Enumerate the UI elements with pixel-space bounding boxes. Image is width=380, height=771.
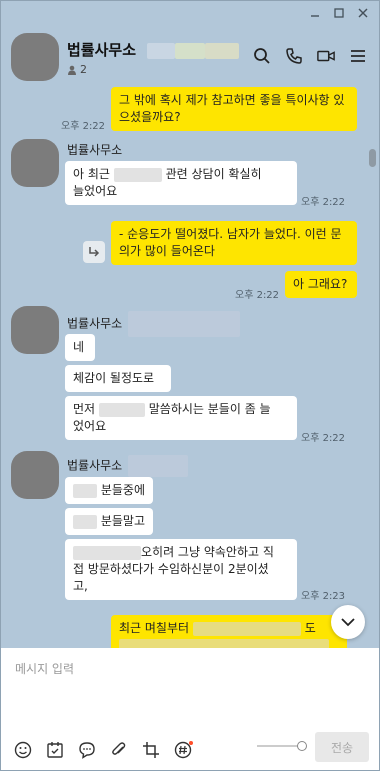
- header-actions: [253, 47, 367, 65]
- window-controls: [309, 7, 369, 19]
- message-text: 고,: [73, 579, 88, 593]
- chat-bubble-icon[interactable]: [77, 740, 97, 760]
- redacted-block: [113, 167, 162, 182]
- message-time: 오후 2:22: [301, 197, 346, 208]
- message-text: 네: [73, 340, 85, 354]
- member-count-value: 2: [80, 63, 87, 76]
- chat-scrollbar[interactable]: [369, 149, 376, 167]
- sender-name: 법률사무소: [67, 143, 123, 157]
- message-text: 분들중에: [100, 483, 145, 497]
- redacted-block: [192, 621, 301, 636]
- their-message-bubble[interactable]: 분들중에: [65, 477, 153, 504]
- their-message-bubble[interactable]: 네: [65, 334, 95, 361]
- message-text: 오히려 그냥 약속안하고 직: [141, 545, 274, 559]
- message-text: 최근 며칠부터: [119, 621, 190, 635]
- redacted-block: [128, 311, 241, 337]
- slider-knob[interactable]: [297, 741, 307, 751]
- my-message-bubble[interactable]: 그 밖에 혹시 제가 참고하면 좋을 특이사항 있으셨을까요?: [111, 87, 357, 131]
- chevron-down-icon: [341, 618, 355, 627]
- font-size-slider[interactable]: [257, 741, 307, 751]
- message-input[interactable]: 메시지 입력: [15, 660, 74, 677]
- emoji-icon[interactable]: [13, 740, 33, 760]
- their-message-bubble[interactable]: 아 최근 관련 상담이 확실히 늘었어요: [65, 161, 297, 205]
- reply-icon[interactable]: [83, 241, 105, 263]
- phone-icon[interactable]: [285, 47, 303, 65]
- redacted-block: [73, 514, 97, 529]
- chat-header: 법률사무소 2: [1, 29, 379, 89]
- search-icon[interactable]: [253, 47, 271, 65]
- message-text: 체감이 될정도로: [73, 371, 155, 385]
- send-button[interactable]: 전송: [315, 732, 369, 762]
- chat-window: 법률사무소 2 그 밖에 혹시 제가 참고하면 좋을 특이사항 있으셨을까요? …: [0, 0, 380, 771]
- sender-name: 법률사무소: [67, 311, 241, 337]
- redacted-block: [147, 42, 176, 59]
- room-title-text: 법률사무소: [67, 41, 137, 59]
- message-text: 분들말고: [100, 514, 145, 528]
- message-text: 먼저: [73, 402, 96, 416]
- room-avatar[interactable]: [11, 33, 59, 81]
- message-input-area: 메시지 입력 전송: [1, 648, 379, 770]
- sender-avatar[interactable]: [11, 306, 59, 354]
- sender-name: 법률사무소: [67, 455, 189, 477]
- sender-avatar[interactable]: [11, 139, 59, 187]
- message-text: 도: [304, 621, 316, 635]
- message-time: 오후 2:23: [301, 591, 346, 602]
- message-text: 그 밖에 혹시 제가 참고하면 좋을 특이사항 있으셨을까요?: [119, 93, 345, 124]
- message-text: - 순응도가 떨어졌다. 남자가 늘었다. 이런 문의가 많이 들어온다: [119, 227, 342, 258]
- minimize-icon[interactable]: [309, 7, 321, 19]
- close-icon[interactable]: [357, 7, 369, 19]
- message-text: 아 그래요?: [293, 277, 348, 291]
- my-message-bubble[interactable]: 아 그래요?: [285, 271, 357, 298]
- message-text: 관련 상담이 확실히: [165, 167, 262, 181]
- calendar-icon[interactable]: [45, 740, 65, 760]
- redacted-block: [175, 42, 206, 59]
- sender-name-text: 법률사무소: [67, 316, 123, 331]
- message-text: 었어요: [73, 419, 107, 433]
- notification-dot: [189, 741, 193, 745]
- their-message-bubble[interactable]: 먼저 말씀하시는 분들이 좀 늘 었어요: [65, 396, 297, 440]
- crop-icon[interactable]: [141, 740, 161, 760]
- input-toolbar: [13, 740, 193, 760]
- member-count[interactable]: 2: [67, 63, 87, 76]
- hashtag-icon[interactable]: [173, 740, 193, 760]
- message-time: 오후 2:22: [301, 433, 346, 444]
- redacted-block: [128, 455, 189, 477]
- video-icon[interactable]: [317, 47, 335, 65]
- my-message-bubble[interactable]: - 순응도가 떨어졌다. 남자가 늘었다. 이런 문의가 많이 들어온다: [111, 221, 357, 265]
- message-time: 오후 2:22: [61, 121, 106, 132]
- their-message-bubble[interactable]: 체감이 될정도로: [65, 365, 171, 392]
- message-text: 접 방문하셨다가 수임하신분이 2분이셨: [73, 562, 269, 576]
- their-message-bubble[interactable]: 오히려 그냥 약속안하고 직 접 방문하셨다가 수임하신분이 2분이셨 고,: [65, 539, 297, 600]
- redacted-block: [205, 42, 240, 59]
- attach-icon[interactable]: [109, 740, 129, 760]
- message-time: 오후 2:22: [235, 290, 280, 301]
- redacted-block: [73, 545, 141, 560]
- redacted-block: [73, 483, 97, 498]
- sender-name-text: 법률사무소: [67, 458, 123, 473]
- room-title: 법률사무소: [67, 39, 240, 60]
- person-icon: [68, 65, 76, 75]
- message-text: 아 최근: [73, 167, 110, 181]
- menu-icon[interactable]: [349, 47, 367, 65]
- scroll-to-bottom-button[interactable]: [331, 605, 365, 639]
- maximize-icon[interactable]: [333, 7, 345, 19]
- message-text: 늘었어요: [73, 184, 118, 198]
- redacted-block: [98, 402, 145, 417]
- message-text: 말씀하시는 분들이 좀 늘: [148, 402, 271, 416]
- their-message-bubble[interactable]: 분들말고: [65, 508, 153, 535]
- sender-avatar[interactable]: [11, 451, 59, 499]
